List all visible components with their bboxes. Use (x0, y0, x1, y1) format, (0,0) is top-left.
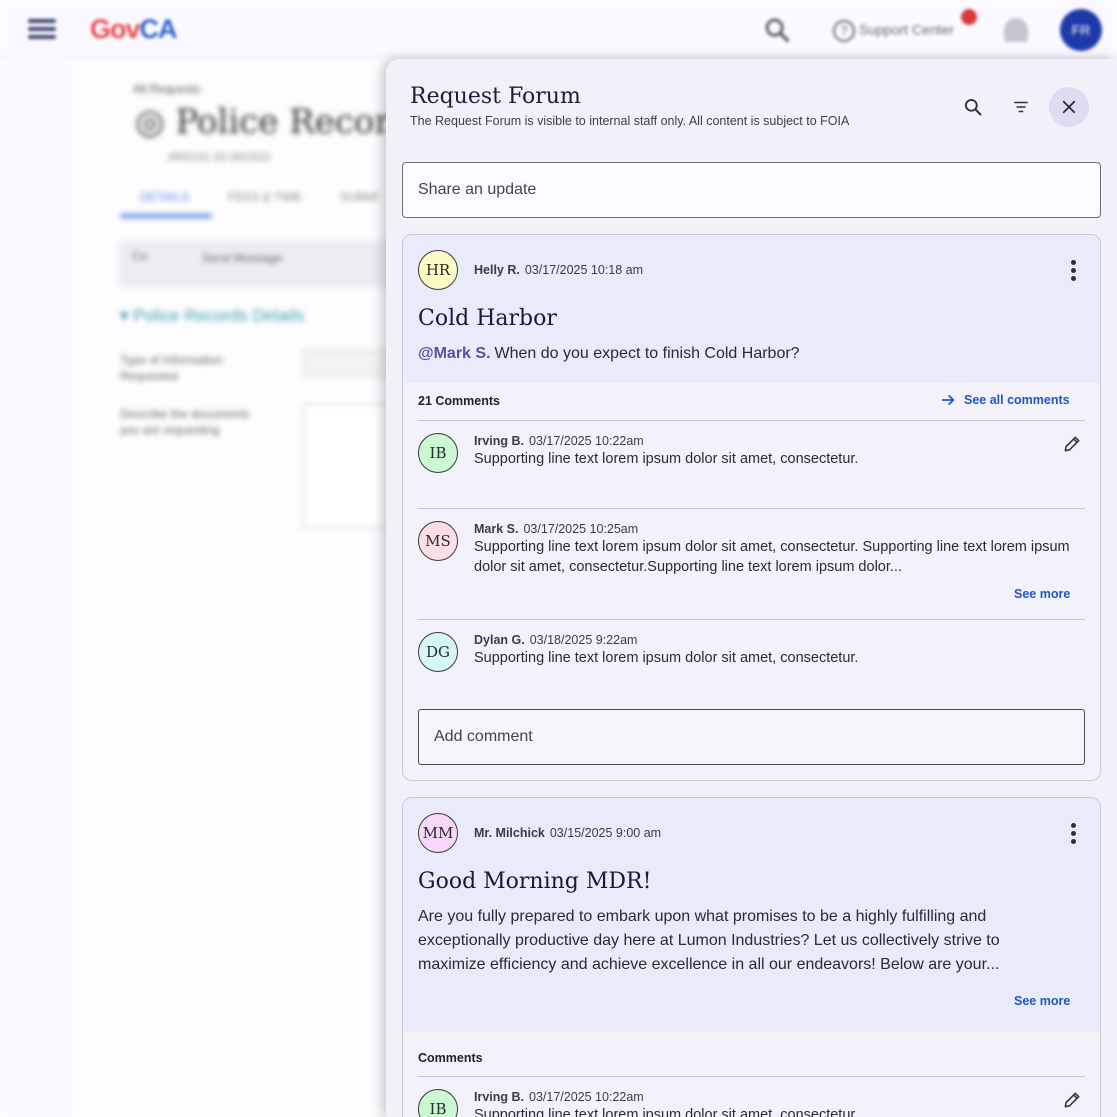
left-nav-rail (0, 58, 70, 1117)
toolbar-co[interactable]: Co (132, 249, 147, 263)
post-title: Good Morning MDR! (418, 869, 652, 894)
divider (418, 619, 1085, 620)
comment-meta: Dylan G. 03/18/2025 9:22am (474, 633, 637, 647)
post-header: MM Mr. Milchick 03/15/2025 9:00 am Good M… (403, 798, 1100, 1032)
post-title: Cold Harbor (418, 306, 557, 331)
post-body: @Mark S. When do you expect to finish Col… (418, 345, 800, 362)
comment-author: Irving B. (474, 434, 525, 448)
forum-search-button[interactable] (953, 87, 993, 127)
forum-post-card: MM Mr. Milchick 03/15/2025 9:00 am Good M… (402, 797, 1101, 1117)
avatar: DG (418, 632, 458, 672)
comment-meta: Irving B. 03/17/2025 10:22am (474, 434, 644, 448)
comment-author: Dylan G. (474, 633, 525, 647)
divider (418, 1076, 1085, 1077)
comment-text: Supporting line text lorem ipsum dolor s… (474, 539, 1070, 575)
support-center-button[interactable]: ? Support Center (833, 20, 967, 44)
post-meta: Mr. Milchick 03/15/2025 9:00 am (474, 826, 661, 840)
add-comment-input[interactable] (419, 710, 1084, 764)
comment-text: Supporting line text lorem ipsum dolor s… (474, 1107, 859, 1117)
user-avatar[interactable]: FR (1060, 9, 1102, 51)
request-forum-panel: Request Forum The Request Forum is visib… (386, 59, 1117, 1117)
divider (418, 420, 1085, 421)
comments-count: 21 Comments (418, 394, 500, 408)
avatar: MM (418, 813, 458, 853)
avatar: IB (418, 433, 458, 473)
search-icon (965, 99, 982, 116)
share-update-field[interactable] (402, 162, 1101, 218)
comment-meta: Mark S. 03/17/2025 10:25am (474, 522, 638, 536)
tab-details[interactable]: DETAILS (140, 190, 189, 204)
see-more-link[interactable]: See more (1014, 994, 1070, 1008)
forum-post-card: HR Helly R. 03/17/2025 10:18 am Cold Harb… (402, 234, 1101, 781)
avatar: MS (418, 521, 458, 561)
more-vert-icon[interactable] (1061, 255, 1085, 285)
add-comment-field[interactable] (418, 709, 1085, 765)
comment-timestamp: 03/17/2025 10:22am (529, 434, 644, 448)
post-author: Helly R. (474, 263, 520, 277)
field-label-describe: Describe the documents you are requestin… (120, 407, 250, 437)
active-tab-indicator (120, 214, 212, 218)
top-app-bar: GovCA ? Support Center FR (0, 0, 1117, 58)
comment-author: Irving B. (474, 1090, 525, 1104)
bell-icon[interactable] (1004, 18, 1028, 42)
arrow-right-icon (942, 394, 955, 406)
close-icon (1062, 100, 1076, 114)
comment-timestamp: 03/17/2025 10:22am (529, 1090, 644, 1104)
toolbar-send-message[interactable]: Send Message (202, 249, 302, 267)
filter-icon (1014, 101, 1028, 113)
comment-author: Mark S. (474, 522, 519, 536)
more-vert-icon[interactable] (1061, 818, 1085, 848)
panel-title: Request Forum (410, 84, 581, 109)
post-timestamp: 03/15/2025 9:00 am (549, 826, 662, 840)
edit-pencil-icon[interactable] (1062, 1090, 1084, 1112)
avatar: IB (418, 1089, 458, 1117)
section-heading[interactable]: ▾ Police Records Details (120, 306, 304, 326)
post-body: Are you fully prepared to embark upon wh… (418, 908, 1000, 973)
comment-text: Supporting line text lorem ipsum dolor s… (474, 451, 859, 467)
avatar: HR (418, 250, 458, 290)
notification-badge (961, 9, 977, 25)
see-all-comments-link[interactable]: See all comments (940, 392, 1070, 408)
help-icon: ? (833, 20, 855, 42)
comments-heading: Comments (418, 1051, 483, 1065)
post-timestamp: 03/17/2025 10:18 am (524, 263, 644, 277)
comment-timestamp: 03/17/2025 10:25am (523, 522, 639, 536)
action-toolbar: Co Send Message (118, 241, 418, 287)
menu-icon[interactable] (28, 19, 56, 39)
page-subtitle: #R0151 02-001522 (168, 150, 271, 164)
comment-timestamp: 03/18/2025 9:22am (529, 633, 638, 647)
app-logo[interactable]: GovCA (90, 14, 178, 45)
post-meta: Helly R. 03/17/2025 10:18 am (474, 263, 643, 277)
tab-fees-time[interactable]: FEES & TIME (228, 190, 302, 204)
forum-filter-button[interactable] (1001, 87, 1041, 127)
panel-subtitle: The Request Forum is visible to internal… (410, 114, 850, 128)
post-author: Mr. Milchick (474, 826, 545, 840)
type-select[interactable] (303, 350, 393, 376)
forum-close-button[interactable] (1049, 87, 1089, 127)
support-center-label: Support Center (859, 21, 954, 38)
divider (418, 508, 1085, 509)
post-header: HR Helly R. 03/17/2025 10:18 am Cold Harb… (403, 235, 1100, 383)
field-label-type: Type of Information Requested (120, 353, 223, 383)
breadcrumb[interactable]: All Requests (133, 82, 200, 96)
see-all-comments-label: See all comments (964, 393, 1070, 407)
comment-text: Supporting line text lorem ipsum dolor s… (474, 650, 859, 666)
share-update-input[interactable] (403, 163, 1100, 217)
search-icon[interactable] (763, 16, 791, 51)
comment-meta: Irving B. 03/17/2025 10:22am (474, 1090, 644, 1104)
edit-pencil-icon[interactable] (1062, 434, 1084, 456)
see-more-link[interactable]: See more (1014, 587, 1070, 601)
tab-submission[interactable]: SUBMI (340, 190, 378, 204)
describe-textarea[interactable] (303, 404, 393, 528)
user-mention[interactable]: @Mark S. (418, 345, 491, 362)
